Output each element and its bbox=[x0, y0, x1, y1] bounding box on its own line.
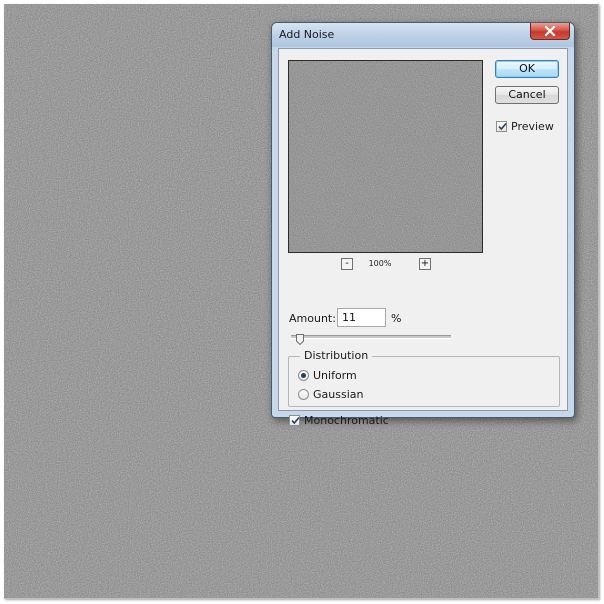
dialog-title: Add Noise bbox=[279, 28, 335, 41]
checkmark-icon bbox=[291, 416, 300, 425]
monochromatic-checkbox[interactable] bbox=[289, 415, 300, 426]
preview-noise-texture bbox=[289, 61, 482, 252]
monochromatic-label: Monochromatic bbox=[304, 414, 389, 427]
add-noise-dialog: Add Noise - 100% + OK Cancel Preview Amo… bbox=[271, 22, 575, 427]
dialog-body: - 100% + OK Cancel Preview Amount: % Dis… bbox=[278, 48, 568, 427]
amount-unit: % bbox=[391, 312, 402, 325]
uniform-radio[interactable] bbox=[298, 370, 309, 381]
amount-slider-thumb[interactable] bbox=[295, 330, 304, 346]
zoom-in-button[interactable]: + bbox=[419, 258, 431, 270]
zoom-controls: - 100% + bbox=[341, 257, 431, 271]
noise-preview[interactable] bbox=[288, 60, 483, 253]
uniform-label: Uniform bbox=[313, 369, 357, 382]
close-x-icon bbox=[544, 26, 556, 36]
preview-label: Preview bbox=[511, 120, 554, 133]
gaussian-radio[interactable] bbox=[298, 389, 309, 400]
close-button[interactable] bbox=[530, 23, 570, 40]
gaussian-label: Gaussian bbox=[313, 388, 364, 401]
checkmark-icon bbox=[498, 122, 507, 131]
zoom-level: 100% bbox=[368, 259, 392, 268]
dialog-titlebar[interactable]: Add Noise bbox=[272, 23, 574, 47]
amount-input[interactable] bbox=[337, 308, 386, 327]
distribution-legend: Distribution bbox=[300, 349, 373, 362]
radio-selected-dot bbox=[301, 373, 306, 378]
amount-label: Amount: bbox=[289, 312, 336, 325]
preview-checkbox[interactable] bbox=[496, 121, 507, 132]
cancel-button[interactable]: Cancel bbox=[495, 86, 559, 104]
zoom-out-button[interactable]: - bbox=[341, 258, 353, 270]
amount-slider-track[interactable] bbox=[291, 335, 451, 339]
ok-button[interactable]: OK bbox=[495, 60, 559, 78]
